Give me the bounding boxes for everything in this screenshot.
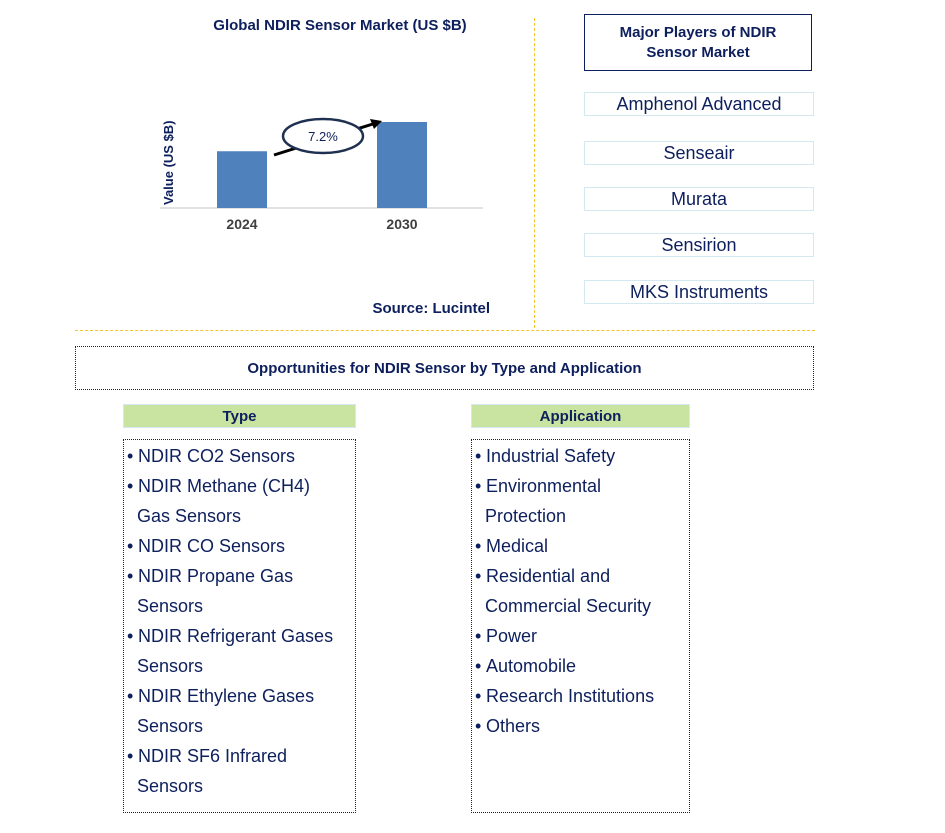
application-header: Application bbox=[471, 404, 690, 428]
list-item: • NDIR Methane (CH4) Gas Sensors bbox=[127, 471, 355, 531]
list-item: • NDIR CO Sensors bbox=[127, 531, 355, 561]
list-item: • Environmental Protection bbox=[475, 471, 689, 531]
source-label: Source: Lucintel bbox=[372, 300, 490, 317]
bullet-icon: • bbox=[475, 476, 482, 496]
list-item-text: NDIR Refrigerant Gases bbox=[138, 626, 334, 646]
bullet-icon: • bbox=[127, 626, 134, 646]
chart-title: Global NDIR Sensor Market (US $B) bbox=[213, 17, 467, 34]
major-players-header-line1: Major Players of NDIR bbox=[619, 23, 777, 41]
list-item-text: Power bbox=[486, 626, 538, 646]
growth-annotation: 7.2% bbox=[273, 117, 382, 157]
bullet-icon: • bbox=[127, 446, 134, 466]
major-players-header-line2: Sensor Market bbox=[646, 43, 750, 61]
bar-2030 bbox=[377, 122, 427, 208]
list-item-text: Sensors bbox=[137, 716, 204, 736]
bullet-icon: • bbox=[127, 686, 134, 706]
bullet-icon: • bbox=[127, 746, 134, 766]
list-item: • Others bbox=[475, 711, 689, 741]
list-item: • Automobile bbox=[475, 651, 689, 681]
list-item-text: Sensors bbox=[137, 776, 204, 796]
list-item: • NDIR SF6 Infrared Sensors bbox=[127, 741, 355, 801]
application-list: • Industrial Safety • Environmental Protecti… bbox=[471, 439, 690, 813]
player-item: Amphenol Advanced bbox=[584, 92, 814, 116]
x-tick-label: 2030 bbox=[386, 216, 417, 232]
list-item-text: Others bbox=[486, 716, 541, 736]
bar-chart: Value (US $B) 2024 2030 7.2% bbox=[160, 117, 483, 232]
list-item: • Medical bbox=[475, 531, 689, 561]
list-item-text: NDIR Methane (CH4) bbox=[138, 476, 311, 496]
vertical-divider bbox=[534, 18, 535, 328]
list-item: • Residential and Commercial Security bbox=[475, 561, 689, 621]
bullet-icon: • bbox=[475, 536, 482, 556]
list-item-text: Sensors bbox=[137, 656, 204, 676]
list-item-text: Sensors bbox=[137, 596, 204, 616]
major-players-header: Major Players of NDIR Sensor Market bbox=[584, 14, 812, 71]
bullet-icon: • bbox=[475, 626, 482, 646]
x-tick-label: 2024 bbox=[226, 216, 257, 232]
list-item-text: Research Institutions bbox=[486, 686, 655, 706]
list-item-text: Automobile bbox=[486, 656, 577, 676]
list-item-text: Environmental bbox=[486, 476, 602, 496]
player-item: Senseair bbox=[584, 141, 814, 165]
list-item: • Industrial Safety bbox=[475, 441, 689, 471]
bullet-icon: • bbox=[127, 476, 134, 496]
bar-2024 bbox=[217, 151, 267, 208]
opportunities-title: Opportunities for NDIR Sensor by Type an… bbox=[247, 359, 642, 377]
bullet-icon: • bbox=[127, 536, 134, 556]
list-item: • NDIR Propane Gas Sensors bbox=[127, 561, 355, 621]
bullet-icon: • bbox=[475, 686, 482, 706]
list-item: • NDIR Refrigerant Gases Sensors bbox=[127, 621, 355, 681]
list-item: • NDIR CO2 Sensors bbox=[127, 441, 355, 471]
list-item-text: NDIR CO Sensors bbox=[138, 536, 286, 556]
type-header: Type bbox=[123, 404, 356, 428]
list-item-text: NDIR Ethylene Gases bbox=[138, 686, 315, 706]
list-item-text: NDIR CO2 Sensors bbox=[138, 446, 296, 466]
horizontal-divider bbox=[75, 330, 815, 331]
type-list: • NDIR CO2 Sensors • NDIR Methane (CH4) Gas … bbox=[123, 439, 356, 813]
cagr-label: 7.2% bbox=[308, 129, 338, 144]
list-item-text: NDIR SF6 Infrared bbox=[138, 746, 288, 766]
list-item-text: Gas Sensors bbox=[137, 506, 242, 526]
list-item: • NDIR Ethylene Gases Sensors bbox=[127, 681, 355, 741]
list-item-text: NDIR Propane Gas bbox=[138, 566, 294, 586]
y-axis-label: Value (US $B) bbox=[161, 120, 176, 205]
bullet-icon: • bbox=[475, 566, 482, 586]
list-item: • Research Institutions bbox=[475, 681, 689, 711]
list-item-text: Industrial Safety bbox=[486, 446, 616, 466]
opportunities-title-box: Opportunities for NDIR Sensor by Type an… bbox=[75, 346, 814, 390]
player-item: Murata bbox=[584, 187, 814, 211]
list-item-text: Protection bbox=[485, 506, 567, 526]
list-item-text: Medical bbox=[486, 536, 549, 556]
player-item: MKS Instruments bbox=[584, 280, 814, 304]
bullet-icon: • bbox=[475, 716, 482, 736]
bullet-icon: • bbox=[127, 566, 134, 586]
bullet-icon: • bbox=[475, 446, 482, 466]
player-item: Sensirion bbox=[584, 233, 814, 257]
list-item: • Power bbox=[475, 621, 689, 651]
list-item-text: Commercial Security bbox=[485, 596, 652, 616]
list-item-text: Residential and bbox=[486, 566, 611, 586]
bullet-icon: • bbox=[475, 656, 482, 676]
